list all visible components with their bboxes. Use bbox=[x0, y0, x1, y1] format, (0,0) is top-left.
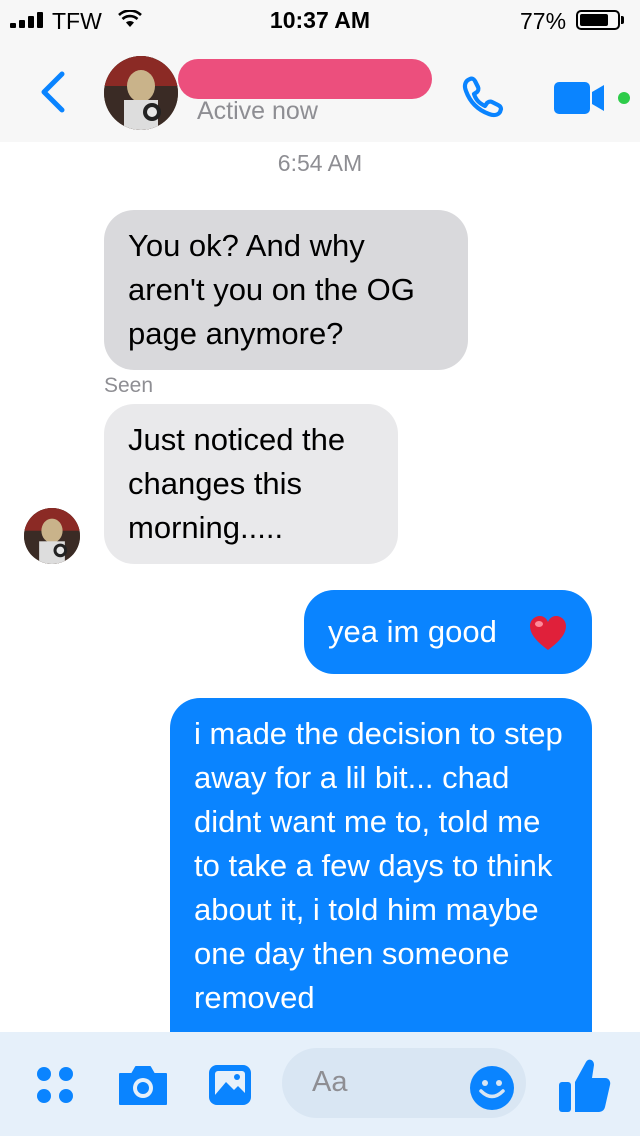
battery-percent: 77% bbox=[520, 8, 567, 34]
seen-indicator: Seen bbox=[104, 374, 154, 397]
heart-emoji-icon bbox=[530, 616, 566, 650]
back-chevron-icon[interactable] bbox=[36, 70, 70, 114]
message-timestamp: 6:54 AM bbox=[277, 150, 363, 176]
phone-icon[interactable] bbox=[458, 74, 506, 122]
message-thread[interactable]: 6:54 AM You ok? And why aren't you on th… bbox=[0, 142, 640, 1058]
battery-icon bbox=[576, 10, 620, 30]
message-text: Just noticed the changes this morning...… bbox=[128, 422, 346, 545]
battery-nub bbox=[621, 16, 624, 24]
camera-icon[interactable] bbox=[116, 1062, 170, 1108]
contact-avatar[interactable] bbox=[104, 56, 178, 130]
message-input-placeholder: Aa bbox=[312, 1066, 348, 1098]
contact-name-redacted bbox=[178, 59, 432, 99]
active-status: Active now bbox=[197, 97, 318, 125]
message-text: i made the decision to step away for a l… bbox=[194, 716, 563, 1015]
status-bar: TFW 10:37 AM 77% bbox=[0, 0, 640, 40]
message-bubble-outgoing[interactable]: i made the decision to step away for a l… bbox=[170, 698, 592, 1058]
sender-avatar[interactable] bbox=[24, 508, 80, 564]
emoji-icon[interactable] bbox=[468, 1064, 516, 1112]
video-camera-icon[interactable] bbox=[552, 78, 634, 118]
composer-bar: Aa bbox=[0, 1032, 640, 1136]
message-text: You ok? And why aren't you on the OG pag… bbox=[128, 228, 415, 351]
message-bubble-incoming[interactable]: You ok? And why aren't you on the OG pag… bbox=[104, 210, 468, 370]
conversation-header: Active now bbox=[0, 40, 640, 142]
message-bubble-outgoing[interactable]: yea im good bbox=[304, 590, 592, 674]
thumbs-up-icon[interactable] bbox=[556, 1056, 612, 1114]
message-text: yea im good bbox=[328, 614, 497, 649]
photo-icon[interactable] bbox=[206, 1062, 254, 1108]
message-bubble-incoming[interactable]: Just noticed the changes this morning...… bbox=[104, 404, 398, 564]
menu-dots-icon[interactable] bbox=[34, 1064, 76, 1106]
online-dot-icon bbox=[618, 92, 630, 104]
